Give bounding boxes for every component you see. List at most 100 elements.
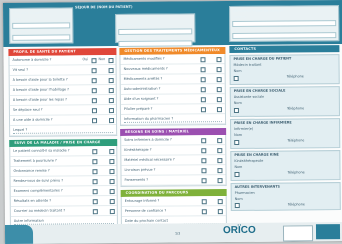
yes-checkbox[interactable] bbox=[201, 199, 207, 205]
question-text: Médicaments arrêtés ? bbox=[123, 76, 163, 81]
contact-role: Kinésithérapeute bbox=[234, 158, 264, 163]
city-field[interactable] bbox=[232, 31, 337, 39]
answer-line[interactable] bbox=[13, 132, 114, 134]
yes-checkbox[interactable] bbox=[201, 148, 207, 154]
no-checkbox[interactable] bbox=[109, 159, 115, 165]
yes-checkbox[interactable] bbox=[91, 98, 97, 104]
entry-date-field[interactable] bbox=[118, 27, 193, 35]
contact-name: Nom bbox=[234, 196, 243, 201]
yes-checkbox[interactable] bbox=[92, 159, 98, 165]
question-text: Se déplace seul ? bbox=[12, 107, 43, 112]
exit-date-label: Date de sortie bbox=[119, 35, 144, 40]
no-checkbox[interactable] bbox=[109, 149, 115, 155]
no-checkbox[interactable] bbox=[108, 98, 114, 104]
no-checkbox[interactable] bbox=[108, 88, 114, 94]
question-text: A besoin d'aide pour les repas ? bbox=[12, 97, 67, 102]
patient-sticker-panel: Étiquette du patient Nom Prénom bbox=[9, 7, 74, 44]
no-checkbox[interactable] bbox=[217, 199, 223, 205]
yes-checkbox[interactable] bbox=[200, 67, 206, 73]
contact-name: Nom bbox=[234, 164, 243, 169]
no-checkbox[interactable] bbox=[109, 189, 115, 195]
yes-checkbox[interactable] bbox=[200, 57, 206, 63]
yes-checkbox[interactable] bbox=[91, 68, 97, 74]
yes-checkbox[interactable] bbox=[201, 138, 207, 144]
no-checkbox[interactable] bbox=[216, 107, 222, 113]
discharge-info-panel: INFORMATIONS DE SORTIE Adresse Ville bbox=[229, 5, 340, 43]
no-checkbox[interactable] bbox=[109, 169, 115, 175]
no-checkbox[interactable] bbox=[108, 78, 114, 84]
firstname-label: Prénom bbox=[13, 29, 27, 34]
contact-phone: Téléphone bbox=[286, 74, 304, 79]
yes-checkbox[interactable] bbox=[92, 199, 98, 205]
yes-checkbox[interactable] bbox=[201, 158, 207, 164]
question-text: Pansements ? bbox=[124, 177, 149, 182]
answer-line[interactable] bbox=[124, 121, 223, 123]
yes-checkbox[interactable] bbox=[200, 87, 206, 93]
yes-checkbox[interactable] bbox=[92, 118, 98, 124]
yes-checkbox[interactable] bbox=[200, 97, 206, 103]
no-checkbox[interactable] bbox=[217, 158, 223, 164]
contact-heading: PRISE EN CHARGE SOCIALE bbox=[233, 88, 286, 93]
no-checkbox[interactable] bbox=[216, 57, 222, 63]
no-checkbox[interactable] bbox=[217, 178, 223, 184]
question-text: Médicaments modifiés ? bbox=[123, 56, 165, 61]
no-checkbox[interactable] bbox=[216, 87, 222, 93]
institution-logo bbox=[315, 224, 341, 240]
question-text: A besoin d'aide pour l'habillage ? bbox=[12, 87, 69, 92]
no-checkbox[interactable] bbox=[108, 68, 114, 74]
contact-block: AUTRES INTERVENANTS Pharmacien Nom Télép… bbox=[230, 182, 341, 212]
contact-checkbox[interactable] bbox=[234, 171, 240, 177]
question-text: Aide d'un soignant ? bbox=[123, 96, 159, 101]
footer-corner-decoration bbox=[4, 224, 34, 244]
address-field[interactable] bbox=[232, 19, 337, 27]
question-text: Soins infirmiers à domicile ? bbox=[124, 137, 172, 142]
yes-checkbox[interactable] bbox=[91, 78, 97, 84]
no-checkbox[interactable] bbox=[109, 118, 115, 124]
page-number: 1/2 bbox=[175, 231, 181, 236]
form-title: SÉJOUR DE (NOM DU PATIENT) bbox=[75, 4, 133, 10]
no-checkbox[interactable] bbox=[109, 199, 115, 205]
entry-date-label: Date d'entrée bbox=[119, 23, 143, 28]
no-checkbox[interactable] bbox=[216, 97, 222, 103]
contact-name: Nom bbox=[233, 68, 242, 73]
contact-checkbox[interactable] bbox=[234, 202, 240, 208]
name-field[interactable] bbox=[12, 22, 71, 29]
no-checkbox[interactable] bbox=[217, 138, 223, 144]
no-checkbox[interactable] bbox=[109, 209, 115, 215]
contact-checkbox[interactable] bbox=[233, 75, 239, 81]
contacts-panel: CONTACTS PRISE EN CHARGE DU PATIENT Méde… bbox=[229, 45, 341, 212]
question-text: Personne de confiance ? bbox=[124, 208, 167, 213]
yes-checkbox[interactable] bbox=[200, 107, 206, 113]
contact-block: PRISE EN CHARGE DU PATIENT Médecin trait… bbox=[229, 54, 340, 86]
yes-checkbox[interactable] bbox=[201, 178, 207, 184]
yes-checkbox[interactable] bbox=[201, 209, 207, 215]
contact-checkbox[interactable] bbox=[234, 139, 240, 145]
contact-heading: AUTRES INTERVENANTS bbox=[234, 184, 281, 189]
no-checkbox[interactable] bbox=[217, 148, 223, 154]
yes-checkbox[interactable] bbox=[200, 77, 206, 83]
yes-checkbox[interactable] bbox=[91, 108, 97, 114]
firstname-field[interactable] bbox=[12, 34, 71, 41]
contact-phone: Téléphone bbox=[286, 106, 305, 111]
yes-checkbox[interactable] bbox=[92, 149, 98, 155]
exit-date-field[interactable] bbox=[118, 40, 193, 47]
no-checkbox[interactable] bbox=[217, 209, 223, 215]
partner-logo bbox=[282, 225, 314, 242]
yes-checkbox[interactable] bbox=[91, 58, 97, 64]
question-text: Autonome à domicile ? bbox=[12, 57, 52, 62]
no-checkbox[interactable] bbox=[108, 108, 114, 114]
yes-checkbox[interactable] bbox=[201, 168, 207, 174]
no-checkbox[interactable] bbox=[216, 67, 222, 73]
form-sheet: Étiquette du patient Nom Prénom SÉJOUR D… bbox=[3, 0, 342, 244]
no-checkbox[interactable] bbox=[108, 58, 114, 64]
yes-checkbox[interactable] bbox=[92, 179, 98, 185]
care-rows: Soins infirmiers à domicile ? Kinésithér… bbox=[120, 135, 227, 187]
yes-checkbox[interactable] bbox=[92, 209, 98, 215]
no-checkbox[interactable] bbox=[109, 179, 115, 185]
yes-checkbox[interactable] bbox=[92, 189, 98, 195]
contact-checkbox[interactable] bbox=[233, 107, 239, 113]
no-checkbox[interactable] bbox=[217, 168, 223, 174]
yes-checkbox[interactable] bbox=[92, 169, 98, 175]
yes-checkbox[interactable] bbox=[91, 88, 97, 94]
no-checkbox[interactable] bbox=[216, 77, 222, 83]
